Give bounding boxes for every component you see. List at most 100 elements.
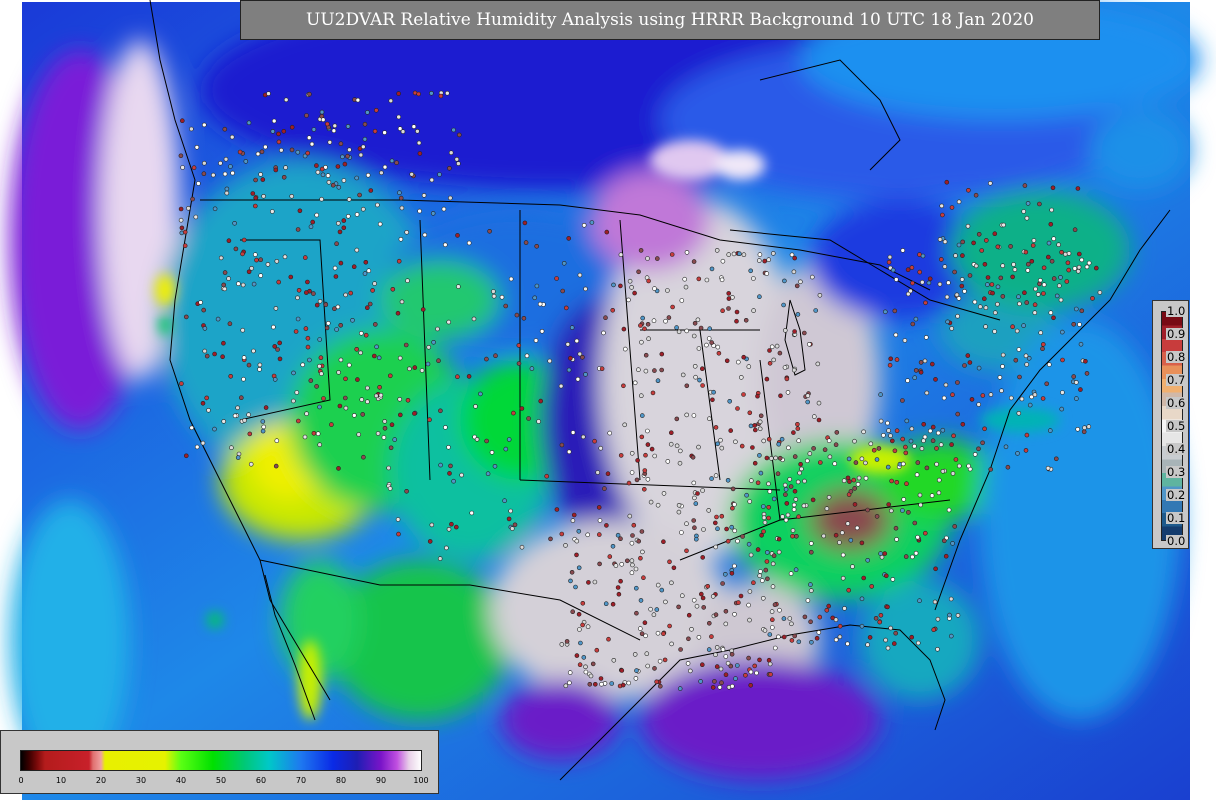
station-dot <box>921 438 926 444</box>
station-dot <box>732 502 737 507</box>
station-dot <box>626 680 632 686</box>
station-dot <box>776 549 782 555</box>
observation-colorbar-tick: 0.7 <box>1166 373 1186 387</box>
station-dot <box>307 357 312 363</box>
station-dot <box>277 340 283 346</box>
station-dot <box>333 274 339 279</box>
station-dot <box>780 514 785 519</box>
station-dot <box>606 636 611 642</box>
observation-colorbar-tick: 0.9 <box>1166 327 1186 341</box>
station-dot <box>1008 395 1014 401</box>
station-dot <box>929 361 935 367</box>
station-dot <box>419 368 425 373</box>
station-dot <box>1074 380 1079 385</box>
station-dot <box>816 417 822 423</box>
station-dot <box>719 513 725 519</box>
station-dot <box>677 448 683 454</box>
station-dot <box>332 265 338 271</box>
station-dot <box>918 369 924 375</box>
station-dot <box>764 376 770 382</box>
station-dot <box>547 358 553 364</box>
station-dot <box>956 242 962 248</box>
station-dot <box>909 634 915 640</box>
rh-analysis-map[interactable] <box>0 0 1216 800</box>
station-dot <box>466 240 472 246</box>
station-dot <box>699 366 705 372</box>
station-dot <box>761 529 766 534</box>
station-dot <box>943 553 949 559</box>
station-dot <box>798 279 803 285</box>
station-dot <box>305 279 310 285</box>
station-dot <box>719 445 725 451</box>
station-dot <box>335 164 341 169</box>
station-dot <box>997 375 1003 380</box>
station-dot <box>273 167 279 173</box>
station-dot <box>741 392 746 397</box>
station-dot <box>362 121 368 127</box>
station-dot <box>334 241 339 246</box>
station-dot <box>1072 266 1078 271</box>
station-dot <box>684 383 690 389</box>
station-dot <box>917 492 923 498</box>
station-dot <box>609 681 615 686</box>
station-dot <box>574 338 580 344</box>
station-dot <box>610 601 616 607</box>
station-dot <box>444 90 450 96</box>
station-dot <box>422 232 428 238</box>
station-dot <box>396 531 401 537</box>
station-dot <box>949 205 955 210</box>
station-dot <box>1000 294 1006 299</box>
station-dot <box>741 252 747 257</box>
station-dot <box>759 532 764 538</box>
station-dot <box>977 304 983 310</box>
station-dot <box>650 390 656 396</box>
station-dot <box>620 682 626 688</box>
station-dot <box>667 559 672 565</box>
station-dot <box>1012 267 1018 272</box>
station-dot <box>1032 302 1038 308</box>
station-dot <box>240 282 246 288</box>
station-dot <box>296 287 302 293</box>
station-dot <box>523 240 529 245</box>
station-dot <box>1066 267 1071 273</box>
station-dot <box>878 612 884 618</box>
station-dot <box>303 326 309 331</box>
station-dot <box>282 254 288 260</box>
station-dot <box>652 666 657 671</box>
station-dot <box>990 290 995 296</box>
station-dot <box>569 325 575 330</box>
station-dot <box>734 318 739 324</box>
station-dot <box>559 642 565 647</box>
station-dot <box>714 645 720 650</box>
station-dot <box>570 609 576 615</box>
station-dot <box>992 231 998 236</box>
station-dot <box>748 478 754 483</box>
station-dot <box>711 389 716 395</box>
station-dot <box>371 353 377 359</box>
station-dot <box>341 178 347 183</box>
station-dot <box>944 179 950 185</box>
station-dot <box>639 529 645 534</box>
station-dot <box>228 373 233 379</box>
station-dot <box>894 357 900 362</box>
station-dot <box>791 367 797 373</box>
station-dot <box>360 206 366 212</box>
station-dot <box>569 569 575 575</box>
station-dot <box>715 441 720 447</box>
station-dot <box>416 91 421 97</box>
station-dot <box>637 626 643 631</box>
station-dot <box>449 521 454 527</box>
station-dot <box>1029 258 1035 264</box>
station-dot <box>226 276 231 281</box>
station-dot <box>971 240 976 246</box>
station-dot <box>514 312 520 318</box>
station-dot <box>622 346 628 352</box>
station-dot <box>618 283 623 289</box>
station-dot <box>633 566 639 572</box>
station-dot <box>640 315 646 321</box>
station-dot <box>791 507 797 512</box>
station-dot <box>953 457 959 462</box>
station-dot <box>789 638 795 643</box>
station-dot <box>746 364 752 369</box>
station-dot <box>979 248 985 253</box>
